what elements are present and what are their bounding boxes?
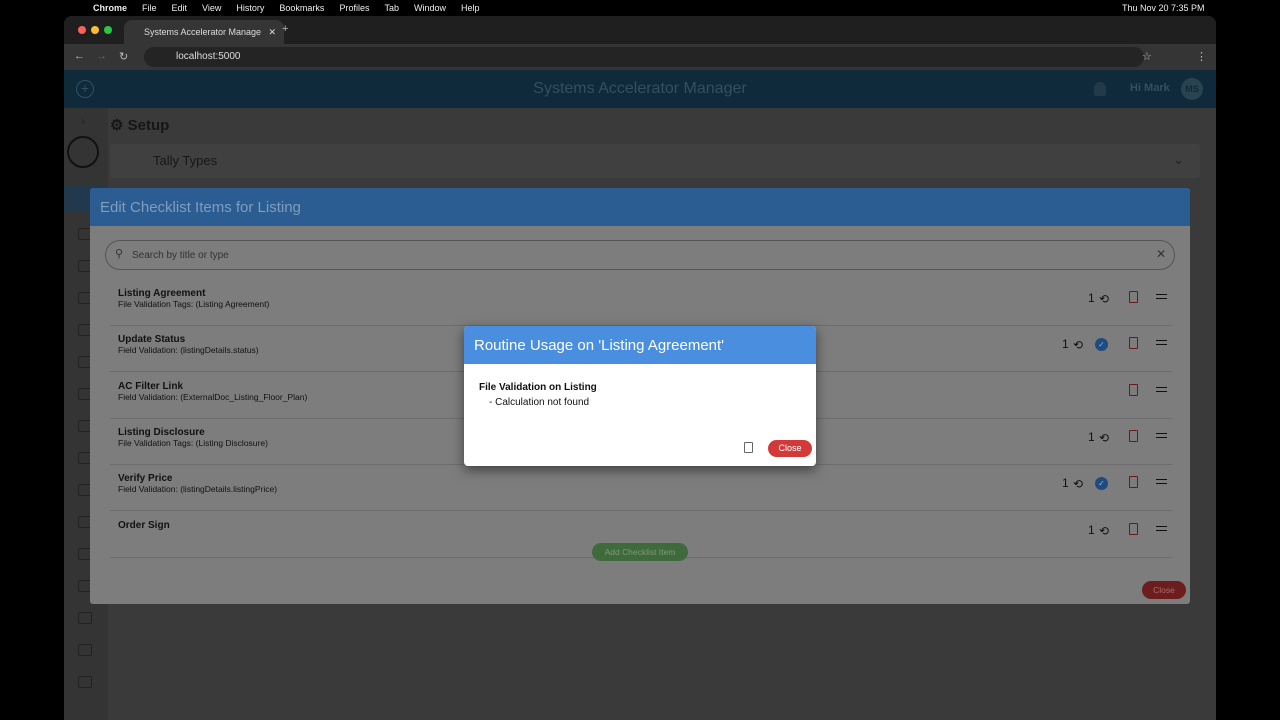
item-subtitle: Field Validation: (ExternalDoc_Listing_F… <box>118 391 308 402</box>
url-field[interactable]: localhost:5000 <box>144 47 1144 67</box>
delete-icon[interactable] <box>1129 337 1138 350</box>
routine-history-icon[interactable]: ⟲ <box>1073 338 1083 352</box>
sidebar-item-icon[interactable] <box>78 676 92 688</box>
rocket-icon[interactable] <box>78 644 92 656</box>
tab-title: Systems Accelerator Manage <box>144 27 262 37</box>
address-bar-row: ← → ↻ localhost:5000 ☆ ⋮ <box>64 44 1216 70</box>
item-title: Order Sign <box>118 519 170 531</box>
dialog-title: Edit Checklist Items for Listing <box>90 188 1190 226</box>
usage-count: 1 <box>1062 337 1069 352</box>
item-title: Verify Price <box>118 473 173 485</box>
routine-history-icon[interactable]: ⟲ <box>1073 477 1083 491</box>
menu-profiles[interactable]: Profiles <box>339 3 369 13</box>
item-subtitle: Field Validation: (listingDetails.status… <box>118 345 259 356</box>
drag-handle-icon[interactable] <box>1156 525 1167 531</box>
app-title: Systems Accelerator Manager <box>533 80 747 97</box>
usage-count: 1 <box>1088 429 1095 444</box>
drag-handle-icon[interactable] <box>1156 386 1167 392</box>
menu-tab[interactable]: Tab <box>384 3 399 13</box>
usage-count: 1 <box>1088 291 1095 305</box>
company-logo <box>67 136 99 168</box>
verified-check-icon: ✓ <box>1095 338 1108 352</box>
drag-handle-icon[interactable] <box>1156 340 1167 346</box>
drag-handle-icon[interactable] <box>1156 432 1167 438</box>
gear-icon: ⚙ <box>110 117 128 134</box>
forward-icon[interactable]: → <box>96 50 107 62</box>
usage-count: 1 <box>1088 522 1095 537</box>
sidebar-item-icon[interactable] <box>78 612 92 624</box>
app-header: + Systems Accelerator Manager Hi Mark MS <box>64 70 1216 108</box>
checklist-row[interactable]: Verify Price Field Validation: (listingDe… <box>110 465 1172 512</box>
maximize-window-button[interactable] <box>104 26 112 34</box>
reload-icon[interactable]: ↻ <box>119 50 128 63</box>
popup-close-button[interactable]: Close <box>768 440 812 457</box>
page-title: ⚙ Setup <box>110 116 169 134</box>
popup-title: Routine Usage on 'Listing Agreement' <box>464 326 816 364</box>
item-title: Listing Disclosure <box>118 426 205 438</box>
menu-view[interactable]: View <box>202 3 221 13</box>
item-title: AC Filter Link <box>118 380 184 392</box>
usage-count: 1 <box>1062 476 1069 491</box>
greeting: Hi Mark <box>1130 82 1170 94</box>
close-window-button[interactable] <box>78 26 86 34</box>
avatar[interactable]: MS <box>1181 78 1203 100</box>
menu-file[interactable]: File <box>142 3 157 13</box>
item-title: Update Status <box>118 334 186 346</box>
popup-section: File Validation on Listing <box>479 382 597 393</box>
add-checklist-item-button[interactable]: Add Checklist Item <box>592 543 688 561</box>
menu-edit[interactable]: Edit <box>172 3 188 13</box>
macos-menubar: Chrome File Edit View History Bookmarks … <box>0 0 1280 15</box>
delete-icon[interactable] <box>1129 429 1138 442</box>
menu-history[interactable]: History <box>236 3 264 13</box>
expand-sidebar-icon[interactable]: › <box>81 114 85 128</box>
close-tab-icon[interactable]: ✕ <box>268 27 276 38</box>
more-icon[interactable]: ⋮ <box>1196 50 1207 63</box>
routine-history-icon[interactable]: ⟲ <box>1099 524 1109 538</box>
routine-usage-dialog: Routine Usage on 'Listing Agreement' Fil… <box>464 326 816 466</box>
new-tab-icon[interactable]: + <box>282 23 288 35</box>
item-subtitle: Field Validation: (listingDetails.listin… <box>118 484 278 495</box>
tally-types-panel[interactable]: Tally Types ⌄ <box>110 144 1200 178</box>
minimize-window-button[interactable] <box>91 26 99 34</box>
dialog-close-button[interactable]: Close <box>1142 581 1186 599</box>
search-icon: ⚲ <box>115 248 124 260</box>
section-label: Tally Types <box>153 153 218 168</box>
browser-tab[interactable]: Systems Accelerator Manage ✕ <box>124 20 284 44</box>
menu-bookmarks[interactable]: Bookmarks <box>279 3 324 13</box>
drag-handle-icon[interactable] <box>1156 479 1167 485</box>
item-subtitle: File Validation Tags: (Listing Agreement… <box>118 299 270 309</box>
delete-icon[interactable] <box>1129 476 1138 489</box>
delete-icon[interactable] <box>1129 383 1138 396</box>
verified-check-icon: ✓ <box>1095 477 1108 491</box>
search-input[interactable]: ⚲ Search by title or type ✕ <box>105 240 1175 270</box>
clock: Thu Nov 20 7:35 PM <box>1122 2 1205 13</box>
search-placeholder: Search by title or type <box>132 250 229 261</box>
chevron-down-icon[interactable]: ⌄ <box>1173 152 1184 168</box>
page-title-text: Setup <box>127 117 170 134</box>
menu-app[interactable]: Chrome <box>93 3 127 13</box>
drag-handle-icon[interactable] <box>1156 294 1167 299</box>
clear-search-icon[interactable]: ✕ <box>1156 247 1166 261</box>
popup-item: - Calculation not found <box>489 397 590 408</box>
copy-icon[interactable] <box>744 442 753 453</box>
item-subtitle: File Validation Tags: (Listing Disclosur… <box>118 437 268 448</box>
url-text: localhost:5000 <box>176 51 241 62</box>
routine-history-icon[interactable]: ⟲ <box>1099 292 1109 306</box>
menu-help[interactable]: Help <box>461 3 480 13</box>
bell-icon[interactable] <box>1094 82 1106 96</box>
routine-history-icon[interactable]: ⟲ <box>1099 431 1109 445</box>
star-icon[interactable]: ☆ <box>1142 50 1152 63</box>
item-title: Listing Agreement <box>118 288 206 299</box>
delete-icon[interactable] <box>1129 522 1138 535</box>
menu-window[interactable]: Window <box>414 3 446 13</box>
checklist-row[interactable]: Listing Agreement File Validation Tags: (… <box>110 280 1172 326</box>
delete-icon[interactable] <box>1129 291 1138 303</box>
tab-bar: Systems Accelerator Manage ✕ + <box>64 16 1216 44</box>
back-icon[interactable]: ← <box>74 50 85 62</box>
